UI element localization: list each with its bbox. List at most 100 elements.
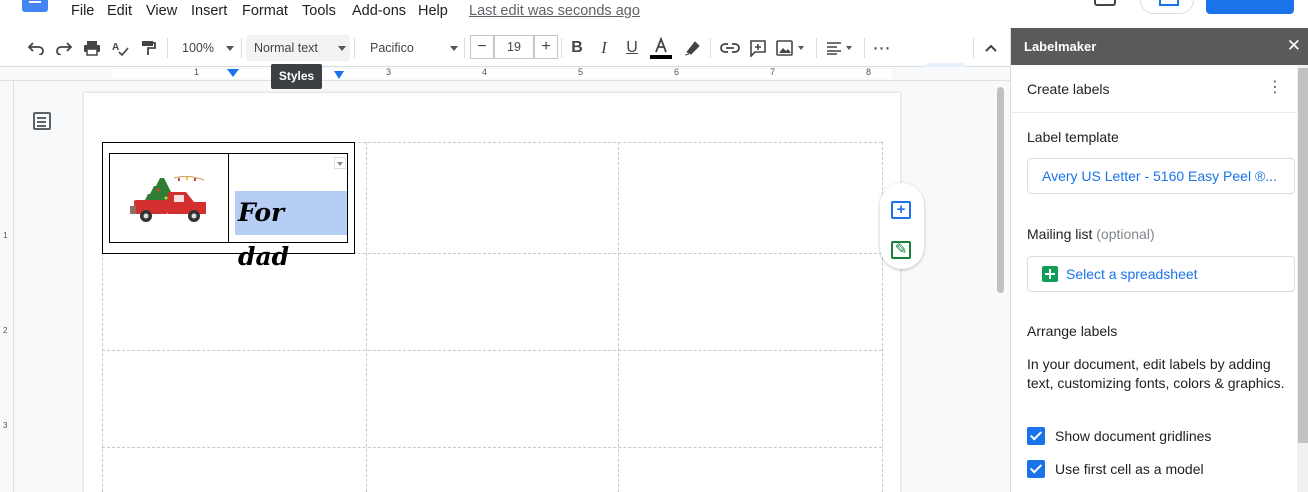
- insert-image-icon[interactable]: [774, 35, 808, 61]
- redo-icon[interactable]: [52, 35, 76, 61]
- text-color-icon[interactable]: [649, 35, 673, 61]
- sidebar-subheader: Create labels ⋮: [1011, 65, 1297, 113]
- sidebar-header: Labelmaker ✕: [1011, 28, 1308, 65]
- labelmaker-sidebar: Labelmaker ✕ Create labels ⋮ Label templ…: [1010, 28, 1308, 492]
- add-comment-float-icon[interactable]: +: [891, 201, 911, 219]
- toolbar-divider: [973, 38, 974, 58]
- optional-label: (optional): [1096, 226, 1155, 242]
- ruler-number: 1: [3, 231, 8, 240]
- label-cell-model[interactable]: For dad: [102, 142, 355, 271]
- ruler-number: 5: [578, 67, 584, 77]
- document-page[interactable]: For dad: [84, 93, 900, 492]
- label-text[interactable]: For dad: [235, 191, 347, 271]
- label-template-heading: Label template: [1027, 129, 1119, 145]
- underline-icon[interactable]: U: [621, 35, 643, 61]
- print-icon[interactable]: [80, 35, 104, 61]
- sidebar-scrollbar-thumb[interactable]: [1298, 68, 1308, 443]
- chevron-down-icon: [338, 46, 346, 51]
- menu-format[interactable]: Format: [242, 3, 288, 19]
- menu-bar: File Edit View Insert Format Tools Add-o…: [0, 0, 1308, 28]
- toolbar-divider: [241, 38, 242, 58]
- document-outline-icon[interactable]: [33, 112, 51, 130]
- italic-icon[interactable]: I: [593, 35, 615, 61]
- bold-icon[interactable]: B: [566, 35, 588, 61]
- mailing-list-label: Mailing list: [1027, 226, 1093, 242]
- present-button[interactable]: [1140, 0, 1194, 14]
- floating-actions: + ✎: [880, 183, 924, 269]
- menu-view[interactable]: View: [146, 3, 177, 19]
- toolbar-divider: [167, 38, 168, 58]
- document-canvas[interactable]: 1 2 3 For dad + ✎: [0, 81, 1010, 492]
- ruler-number: 7: [770, 67, 776, 77]
- toolbar-divider: [561, 38, 562, 58]
- christmas-truck-image[interactable]: [128, 172, 212, 226]
- menu-insert[interactable]: Insert: [191, 3, 227, 19]
- menu-tools[interactable]: Tools: [302, 3, 336, 19]
- zoom-dropdown[interactable]: 100%: [174, 35, 238, 61]
- styles-tooltip: Styles: [271, 64, 322, 89]
- add-comment-icon[interactable]: [746, 35, 770, 61]
- font-size-input[interactable]: 19: [494, 35, 534, 59]
- spellcheck-icon[interactable]: A: [108, 35, 132, 61]
- more-icon[interactable]: ⋯: [870, 35, 894, 61]
- ruler-number: 8: [866, 67, 872, 77]
- ruler-number: 6: [674, 67, 680, 77]
- label-template-value: Avery US Letter - 5160 Easy Peel ®...: [1042, 168, 1277, 184]
- ruler-number: 3: [386, 67, 392, 77]
- use-first-cell-label: Use first cell as a model: [1055, 461, 1204, 477]
- toolbar-divider: [464, 38, 465, 58]
- increase-font-size-button[interactable]: +: [534, 35, 558, 59]
- table-gridline: [366, 142, 367, 492]
- share-button[interactable]: [1206, 0, 1294, 14]
- chevron-down-icon: [226, 46, 234, 51]
- toolbar-divider: [864, 38, 865, 58]
- last-edit-link[interactable]: Last edit was seconds ago: [469, 3, 640, 19]
- label-template-select[interactable]: Avery US Letter - 5160 Easy Peel ®...: [1027, 158, 1295, 194]
- zoom-value: 100%: [182, 41, 214, 55]
- table-gridline: [102, 350, 882, 351]
- cell-dropdown-icon[interactable]: [334, 157, 346, 169]
- select-spreadsheet-button[interactable]: Select a spreadsheet: [1027, 256, 1295, 292]
- docs-logo-icon[interactable]: [22, 0, 48, 12]
- more-vert-icon[interactable]: ⋮: [1267, 80, 1283, 96]
- horizontal-ruler[interactable]: 1 3 4 5 6 7 8: [0, 67, 1010, 81]
- arrange-labels-description: In your document, edit labels by adding …: [1027, 356, 1285, 391]
- checkbox-checked-icon[interactable]: [1027, 460, 1045, 478]
- checkbox-checked-icon[interactable]: [1027, 427, 1045, 445]
- sheets-icon: [1042, 266, 1058, 282]
- chevron-up-icon[interactable]: [980, 35, 1002, 61]
- close-icon[interactable]: ✕: [1287, 36, 1301, 56]
- menu-add-ons[interactable]: Add-ons: [352, 3, 406, 19]
- undo-icon[interactable]: [24, 35, 48, 61]
- label-inner-table[interactable]: For dad: [109, 153, 348, 271]
- style-dropdown[interactable]: Normal text: [246, 35, 350, 61]
- ruler-number: 1: [194, 67, 200, 77]
- toolbar-divider: [710, 38, 711, 58]
- decrease-font-size-button[interactable]: −: [470, 35, 494, 59]
- toolbar-divider: [816, 38, 817, 58]
- select-spreadsheet-label: Select a spreadsheet: [1066, 266, 1198, 282]
- sidebar-title: Labelmaker: [1024, 39, 1097, 54]
- font-value: Pacifico: [370, 41, 414, 55]
- suggest-edits-icon[interactable]: ✎: [891, 241, 911, 259]
- svg-text:A: A: [112, 42, 119, 53]
- inner-table-divider: [228, 154, 229, 242]
- link-icon[interactable]: [718, 35, 742, 61]
- create-labels-heading: Create labels: [1027, 81, 1110, 97]
- ruler-number: 2: [3, 326, 8, 335]
- ruler-number: 3: [3, 421, 8, 430]
- mailing-list-heading: Mailing list (optional): [1027, 226, 1155, 242]
- style-value: Normal text: [254, 41, 318, 55]
- comment-history-icon[interactable]: [1094, 0, 1116, 6]
- vertical-ruler[interactable]: 1 2 3: [0, 81, 14, 492]
- toolbar-divider: [354, 38, 355, 58]
- paint-format-icon[interactable]: [136, 35, 160, 61]
- menu-file[interactable]: File: [71, 3, 94, 19]
- menu-edit[interactable]: Edit: [107, 3, 132, 19]
- table-gridline: [618, 142, 619, 492]
- font-dropdown[interactable]: Pacifico: [362, 35, 462, 61]
- align-icon[interactable]: [824, 35, 856, 61]
- document-scrollbar[interactable]: [997, 87, 1004, 293]
- menu-help[interactable]: Help: [418, 3, 448, 19]
- highlight-icon[interactable]: [680, 35, 704, 61]
